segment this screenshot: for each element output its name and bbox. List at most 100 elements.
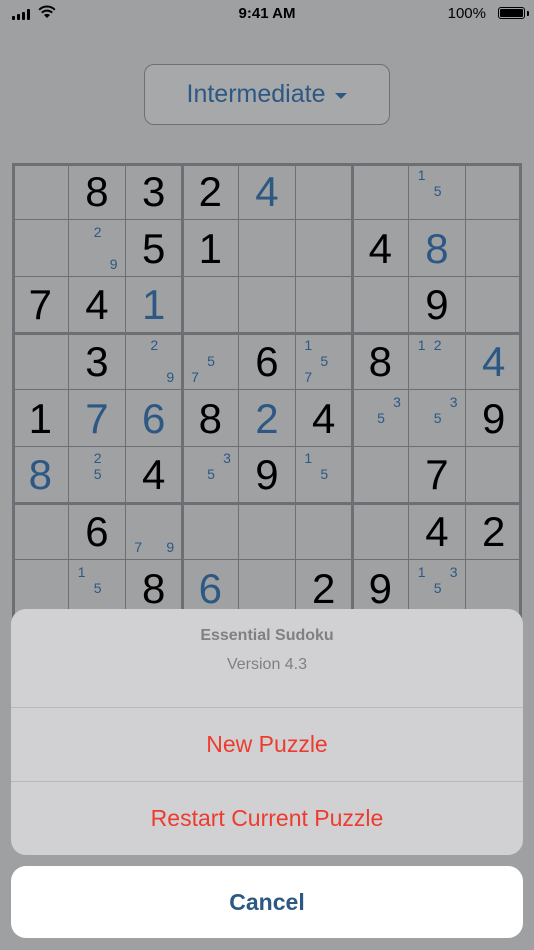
sudoku-cell[interactable]: 8: [182, 389, 239, 447]
sudoku-cell[interactable]: 4: [295, 389, 352, 447]
sudoku-cell[interactable]: 25: [68, 446, 126, 503]
pencil-note: 2: [93, 223, 102, 240]
sudoku-cell[interactable]: 6: [125, 389, 182, 447]
sudoku-cell[interactable]: 3: [125, 163, 182, 220]
sudoku-cell[interactable]: 2: [295, 559, 352, 617]
sudoku-cell[interactable]: 4: [465, 333, 522, 390]
sudoku-cell[interactable]: 35: [182, 446, 239, 503]
cell-value: 8: [141, 564, 166, 612]
sudoku-cell[interactable]: 157: [295, 333, 352, 390]
cell-value: 4: [85, 281, 109, 329]
sudoku-cell[interactable]: 35: [408, 389, 466, 447]
sudoku-cell[interactable]: 8: [352, 333, 409, 390]
sudoku-cell[interactable]: [352, 503, 409, 560]
sudoku-cell[interactable]: 9: [238, 446, 296, 503]
pencil-note: 1: [77, 563, 86, 580]
sudoku-cell[interactable]: [352, 446, 409, 503]
cell-value: 6: [85, 508, 109, 555]
pencil-note: 9: [166, 539, 175, 555]
cell-value: 5: [141, 224, 166, 272]
sudoku-cell[interactable]: 15: [408, 163, 466, 220]
sudoku-cell[interactable]: 57: [182, 333, 239, 390]
cell-value: 8: [85, 168, 109, 215]
cell-value: 7: [85, 394, 109, 442]
sudoku-cell[interactable]: 35: [352, 389, 409, 447]
sudoku-cell[interactable]: [465, 446, 522, 503]
sudoku-cell[interactable]: 8: [125, 559, 182, 617]
sudoku-cell[interactable]: 7: [68, 389, 126, 447]
difficulty-dropdown[interactable]: Intermediate: [144, 64, 390, 125]
grid-line: [12, 501, 522, 505]
sudoku-cell[interactable]: 8: [68, 163, 126, 220]
cancel-button[interactable]: Cancel: [11, 866, 523, 938]
pencil-note: 7: [134, 539, 143, 555]
sudoku-cell[interactable]: 7: [12, 276, 69, 333]
sudoku-cell[interactable]: [295, 163, 352, 220]
pencil-note: 1: [304, 450, 313, 467]
sudoku-cell[interactable]: [12, 503, 69, 560]
cell-value: 2: [198, 168, 222, 215]
sudoku-cell[interactable]: 4: [408, 503, 466, 560]
sudoku-cell[interactable]: 6: [238, 333, 296, 390]
sudoku-cell[interactable]: [295, 276, 352, 333]
sudoku-cell[interactable]: 1: [12, 389, 69, 447]
cell-value: 1: [141, 281, 166, 329]
sudoku-cell[interactable]: 2: [465, 503, 522, 560]
sudoku-cell[interactable]: 9: [465, 389, 522, 447]
sudoku-cell[interactable]: 1: [182, 219, 239, 277]
sudoku-cell[interactable]: [295, 503, 352, 560]
sudoku-cell[interactable]: [465, 219, 522, 277]
sudoku-cell[interactable]: [238, 219, 296, 277]
pencil-note: 2: [150, 337, 159, 353]
sudoku-cell[interactable]: 9: [408, 276, 466, 333]
new-puzzle-button[interactable]: New Puzzle: [11, 708, 523, 781]
sudoku-cell[interactable]: [12, 333, 69, 390]
sudoku-cell[interactable]: [465, 276, 522, 333]
sudoku-cell[interactable]: 2: [238, 389, 296, 447]
restart-puzzle-button[interactable]: Restart Current Puzzle: [11, 782, 523, 855]
sudoku-cell[interactable]: [12, 559, 69, 617]
sudoku-cell[interactable]: 3: [68, 333, 126, 390]
sudoku-cell[interactable]: 4: [125, 446, 182, 503]
sudoku-cell[interactable]: [182, 276, 239, 333]
sudoku-cell[interactable]: 4: [352, 219, 409, 277]
cell-value: 1: [198, 224, 222, 272]
sudoku-cell[interactable]: [295, 219, 352, 277]
sudoku-cell[interactable]: 29: [68, 219, 126, 277]
sudoku-cell[interactable]: 79: [125, 503, 182, 560]
sudoku-cell[interactable]: 9: [352, 559, 409, 617]
sudoku-cell[interactable]: 15: [68, 559, 126, 617]
sudoku-cell[interactable]: [465, 559, 522, 617]
sudoku-cell[interactable]: 6: [182, 559, 239, 617]
sudoku-cell[interactable]: 4: [238, 163, 296, 220]
cell-value: 4: [311, 394, 336, 442]
sudoku-cell[interactable]: [238, 559, 296, 617]
cell-value: 1: [28, 394, 52, 442]
sudoku-cell[interactable]: 5: [125, 219, 182, 277]
sudoku-cell[interactable]: [352, 276, 409, 333]
sudoku-cell[interactable]: 1 35: [408, 559, 466, 617]
sudoku-cell[interactable]: [352, 163, 409, 220]
grid-line: [519, 163, 522, 673]
sudoku-cell[interactable]: [182, 503, 239, 560]
sudoku-cell[interactable]: 29: [125, 333, 182, 390]
cell-value: 9: [255, 451, 279, 499]
sudoku-cell[interactable]: 7: [408, 446, 466, 503]
cell-value: 8: [28, 451, 52, 499]
sudoku-cell[interactable]: 8: [408, 219, 466, 277]
sudoku-cell[interactable]: 6: [68, 503, 126, 560]
sudoku-cell[interactable]: 15: [295, 446, 352, 503]
sudoku-cell[interactable]: 4: [68, 276, 126, 333]
sudoku-cell[interactable]: [12, 163, 69, 220]
sudoku-cell[interactable]: 1: [125, 276, 182, 333]
grid-line: [12, 559, 522, 561]
battery-percentage: 100%: [447, 5, 486, 22]
sudoku-cell[interactable]: 8: [12, 446, 69, 503]
sudoku-cell[interactable]: [238, 276, 296, 333]
sudoku-cell[interactable]: [238, 503, 296, 560]
sudoku-cell[interactable]: 2: [182, 163, 239, 220]
sudoku-cell[interactable]: 12: [408, 333, 466, 390]
grid-line: [464, 163, 466, 673]
sudoku-cell[interactable]: [12, 219, 69, 277]
sudoku-cell[interactable]: [465, 163, 522, 220]
